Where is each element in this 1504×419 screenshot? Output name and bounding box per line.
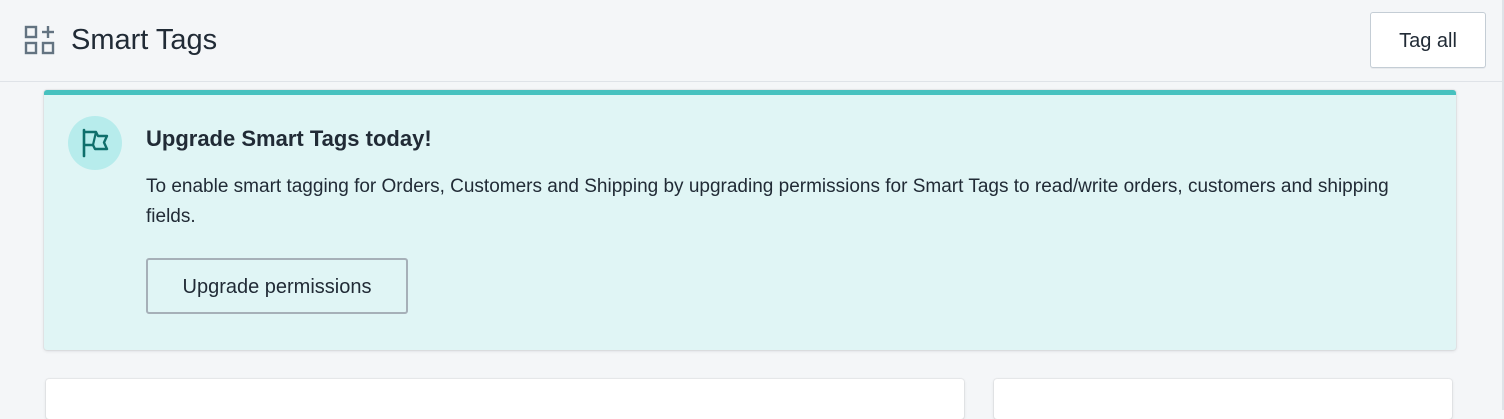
banner-title: Upgrade Smart Tags today! <box>146 126 432 151</box>
upgrade-permissions-button[interactable]: Upgrade permissions <box>146 258 408 314</box>
tag-all-button[interactable]: Tag all <box>1370 12 1486 68</box>
top-bar: Smart Tags Tag all <box>0 0 1504 82</box>
banner-icon-badge <box>68 116 122 170</box>
apps-add-icon <box>24 24 58 56</box>
side-card <box>994 379 1452 419</box>
upgrade-banner: Upgrade Smart Tags today! To enable smar… <box>44 90 1456 350</box>
main-card <box>46 379 964 419</box>
page-title: Smart Tags <box>71 24 218 56</box>
banner-message: To enable smart tagging for Orders, Cust… <box>146 176 1389 227</box>
